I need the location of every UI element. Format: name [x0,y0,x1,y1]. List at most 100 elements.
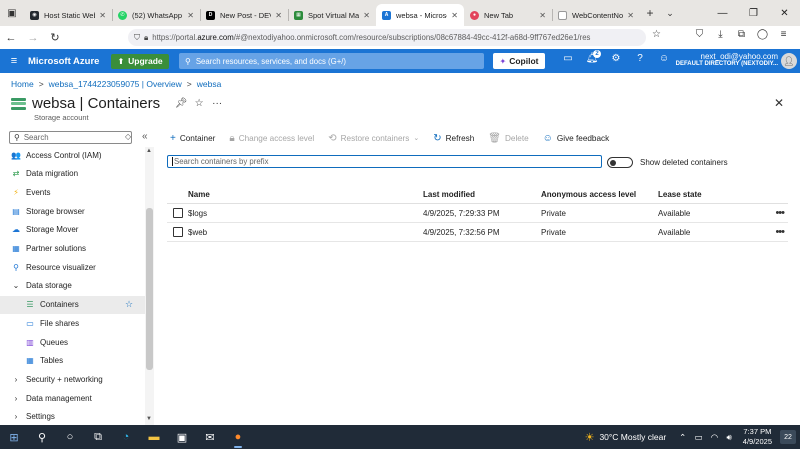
weather-widget[interactable]: ☀ 30°C Mostly clear [585,431,667,444]
breadcrumb-websa[interactable]: websa [197,79,222,89]
column-anonymous-access[interactable]: Anonymous access level [541,190,658,199]
collapse-sidebar-icon[interactable]: « [142,131,148,142]
scroll-up-icon[interactable]: ▲ [146,148,152,154]
pin-icon[interactable]: 📌︎ [172,98,190,109]
cloud-shell-icon[interactable]: ▭ [556,53,580,64]
sidebar-item-events[interactable]: ⚡ Events [0,183,145,201]
more-icon[interactable]: ··· [208,98,226,109]
restore-containers-button[interactable]: ⟲ Restore containers ⌄ [328,133,419,144]
sidebar-item-queues[interactable]: ▥ Queues [0,333,145,351]
reload-icon[interactable]: ↻ [44,31,66,44]
account-info[interactable]: next_odi@yahoo.com DEFAULT DIRECTORY (NE… [676,52,778,67]
extensions-icon[interactable]: ⧉ [731,29,752,40]
table-row[interactable]: $logs 4/9/2025, 7:29:33 PM Private Avail… [167,204,788,223]
download-icon[interactable]: ⤓ [710,29,731,40]
menu-icon[interactable]: ≡ [773,29,794,40]
file-explorer-icon[interactable]: ▬ [140,425,168,449]
row-checkbox[interactable] [172,227,183,237]
bell-icon[interactable]: 🔔︎ 2 [580,50,604,64]
notification-center[interactable]: 22 [780,430,796,444]
sidebar-item-security-networking[interactable]: › Security + networking [0,370,145,388]
container-name-link[interactable]: $logs [188,209,423,218]
sidebar-item-storage-mover[interactable]: ☁ Storage Mover [0,221,145,239]
sidebar-item-access-control-iam[interactable]: 👥 Access Control (IAM) [0,147,145,164]
close-window-icon[interactable]: ✕ [769,0,800,26]
feedback-icon[interactable]: ☺ [652,53,676,64]
column-last-modified[interactable]: Last modified [423,190,541,199]
sidebar-item-settings[interactable]: › Settings [0,408,145,425]
upgrade-button[interactable]: ⬆ Upgrade [111,53,169,69]
column-lease-state[interactable]: Lease state [658,190,768,199]
wifi-icon[interactable]: ◠ [711,432,718,442]
help-icon[interactable]: ? [628,53,652,64]
sidebar-item-data-storage[interactable]: ⌄ Data storage [0,277,145,295]
refresh-button[interactable]: ↻ Refresh [433,133,474,144]
avatar[interactable]: 👤︎ [781,53,797,69]
global-search-input[interactable]: ⚲ Search resources, services, and docs (G… [179,53,484,69]
azure-brand[interactable]: Microsoft Azure [28,56,99,67]
edge-icon[interactable]: ◔ [112,425,140,449]
account-icon[interactable]: ◯ [752,29,773,40]
mail-icon[interactable]: ✉ [196,425,224,449]
container-prefix-search-input[interactable]: Search containers by prefix [167,155,602,168]
store-icon[interactable]: ▣ [168,425,196,449]
browser-tab-1[interactable]: ◉Host Static Websi✕ [24,4,112,26]
sidebar-scroll-thumb[interactable] [146,208,153,370]
browser-tab-3[interactable]: DNew Post - DEV C✕ [200,4,288,26]
sidebar-item-storage-browser[interactable]: ▤ Storage browser [0,202,145,220]
tab-actions-icon[interactable]: ▣ [0,0,24,26]
add-container-button[interactable]: + Container [170,133,215,144]
firefox-icon[interactable]: ● [224,425,252,449]
browser-tab-7[interactable]: WebContentNotFoun✕ [552,4,640,26]
close-icon[interactable]: ✕ [275,11,282,20]
column-name[interactable]: Name [188,190,423,199]
task-view-icon[interactable]: ⧉ [84,425,112,449]
pocket-icon[interactable]: ⛉ [689,29,710,40]
browser-tab-5[interactable]: Awebsa - Microsof ✕ [376,4,464,26]
new-tab-icon[interactable]: + [640,6,660,20]
chevron-down-icon[interactable]: ⌄ [660,8,680,19]
container-name-link[interactable]: $web [188,228,423,237]
bookmark-star-icon[interactable]: ☆ [646,29,667,40]
change-access-level-button[interactable]: 🔒︎ Change access level [229,133,314,144]
sidebar-search-input[interactable]: ⚲ Search [9,131,132,144]
breadcrumb-home[interactable]: Home [11,79,34,89]
close-icon[interactable]: ✕ [539,11,546,20]
breadcrumb-overview[interactable]: websa_1744223059075 | Overview [49,79,182,89]
close-icon[interactable]: ✕ [99,11,106,20]
favorite-star-icon[interactable]: ☆ [190,98,208,109]
portal-menu-icon[interactable]: ≡ [0,55,28,67]
search-icon[interactable]: ⚲ [28,425,56,449]
browser-tab-4[interactable]: ▦Spot Virtual Mach✕ [288,4,376,26]
more-icon[interactable]: ••• [775,226,785,238]
clock[interactable]: 7:37 PM 4/9/2025 [743,427,772,447]
sidebar-item-resource-visualizer[interactable]: ⚲ Resource visualizer [0,258,145,276]
more-icon[interactable]: ••• [775,207,785,219]
close-icon[interactable]: ✕ [187,11,194,20]
close-icon[interactable]: ✕ [363,11,370,20]
close-icon[interactable]: ✕ [451,11,458,20]
battery-icon[interactable]: ▭ [695,432,703,442]
sidebar-item-partner-solutions[interactable]: ▦ Partner solutions [0,240,145,258]
copilot-button[interactable]: ✦ Copilot [493,53,545,69]
url-bar[interactable]: ⛉ 🔒︎ https://portal. azure.com/#@nextodiy… [128,29,646,46]
forward-icon[interactable]: → [22,32,44,44]
table-row[interactable]: $web 4/9/2025, 7:32:56 PM Private Availa… [167,223,788,242]
scroll-down-icon[interactable]: ▼ [146,416,152,422]
browser-tab-6[interactable]: ● New Tab ✕ [464,4,552,26]
cortana-icon[interactable]: ○ [56,425,84,449]
sidebar-item-data-migration[interactable]: ⇄ Data migration [0,165,145,183]
sidebar-item-file-shares[interactable]: ▭ File shares [0,314,145,332]
minimize-icon[interactable]: — [707,0,738,26]
volume-icon[interactable]: 🔊︎ [726,432,731,442]
favorite-star-icon[interactable]: ☆ [125,299,133,310]
gear-icon[interactable]: ⚙ [604,53,628,64]
sidebar-item-tables[interactable]: ▦ Tables [0,352,145,370]
back-icon[interactable]: ← [0,32,22,44]
sidebar-options-icon[interactable]: ◇ [125,132,131,141]
windows-start-icon[interactable]: ⊞ [0,425,28,449]
browser-tab-2[interactable]: ✆ (52) WhatsApp ✕ [112,4,200,26]
show-deleted-toggle[interactable] [607,157,633,168]
row-checkbox[interactable] [172,208,183,218]
close-blade-icon[interactable]: ✕ [774,96,784,110]
